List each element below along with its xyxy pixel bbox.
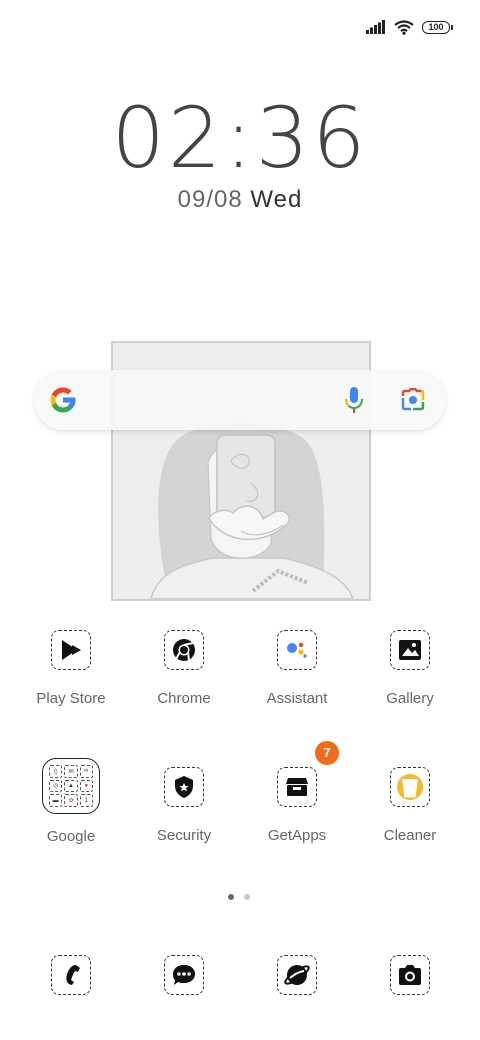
security-icon bbox=[164, 767, 204, 807]
dock-messages[interactable] bbox=[128, 955, 240, 995]
app-label: Cleaner bbox=[383, 827, 437, 844]
app-label: Assistant bbox=[266, 690, 328, 707]
assistant-icon bbox=[277, 630, 317, 670]
date-value: 09/08 bbox=[177, 186, 243, 213]
chrome-icon bbox=[164, 630, 204, 670]
gallery-icon bbox=[390, 630, 430, 670]
messages-icon bbox=[164, 955, 204, 995]
battery-indicator: 100 bbox=[422, 20, 453, 34]
weekday-value: Wed bbox=[250, 186, 303, 213]
google-search-bar[interactable] bbox=[34, 370, 446, 430]
google-folder-icon: ▯ ✉ ∞ ◎ ▲ ● ▬ ✿ 1 bbox=[42, 758, 100, 814]
app-security[interactable]: Security bbox=[128, 767, 240, 844]
dock-camera[interactable] bbox=[354, 955, 466, 995]
mini-app-icon: ∞ bbox=[79, 765, 93, 778]
camera-icon bbox=[390, 955, 430, 995]
app-google-folder[interactable]: ▯ ✉ ∞ ◎ ▲ ● ▬ ✿ 1 Google bbox=[15, 758, 127, 845]
getapps-icon bbox=[277, 767, 317, 807]
lens-camera-icon[interactable] bbox=[400, 388, 426, 412]
app-getapps[interactable]: 7 GetApps bbox=[241, 741, 353, 844]
app-play-store[interactable]: Play Store bbox=[15, 630, 127, 707]
microphone-icon[interactable] bbox=[344, 386, 364, 414]
page-dot[interactable] bbox=[244, 894, 250, 900]
dock-phone[interactable] bbox=[15, 955, 127, 995]
app-label: Play Store bbox=[36, 690, 106, 707]
phone-icon bbox=[51, 955, 91, 995]
app-label: Google bbox=[46, 828, 96, 845]
signal-icon bbox=[366, 20, 385, 34]
dock-browser[interactable] bbox=[241, 955, 353, 995]
page-indicator bbox=[228, 894, 250, 900]
mini-app-icon: ▲ bbox=[64, 779, 78, 793]
page-dot-active[interactable] bbox=[228, 894, 234, 900]
mini-app-icon: ✿ bbox=[64, 794, 78, 807]
browser-icon bbox=[277, 955, 317, 995]
mini-app-icon: 1 bbox=[79, 794, 93, 807]
mini-app-icon: ◎ bbox=[49, 779, 63, 793]
cleaner-icon bbox=[390, 767, 430, 807]
notification-badge: 7 bbox=[315, 741, 339, 765]
mini-app-icon: ▬ bbox=[49, 794, 63, 807]
play-store-icon bbox=[51, 630, 91, 670]
app-label: Security bbox=[156, 827, 212, 844]
app-gallery[interactable]: Gallery bbox=[354, 630, 466, 707]
app-chrome[interactable]: Chrome bbox=[128, 630, 240, 707]
app-assistant[interactable]: Assistant bbox=[241, 630, 353, 707]
app-label: Chrome bbox=[157, 690, 211, 707]
app-cleaner[interactable]: Cleaner bbox=[354, 767, 466, 844]
mini-app-icon: ▯ bbox=[49, 765, 63, 778]
mini-app-icon: ✉ bbox=[64, 765, 78, 778]
clock-time[interactable]: 02:36 bbox=[0, 92, 480, 184]
app-label: Gallery bbox=[386, 690, 434, 707]
status-bar: 100 bbox=[366, 16, 453, 38]
wifi-icon bbox=[394, 19, 414, 35]
mini-app-icon: ● bbox=[79, 779, 93, 793]
google-g-icon bbox=[50, 387, 76, 413]
app-label: GetApps bbox=[267, 827, 327, 844]
date-line: 09/08 Wed bbox=[0, 186, 480, 214]
